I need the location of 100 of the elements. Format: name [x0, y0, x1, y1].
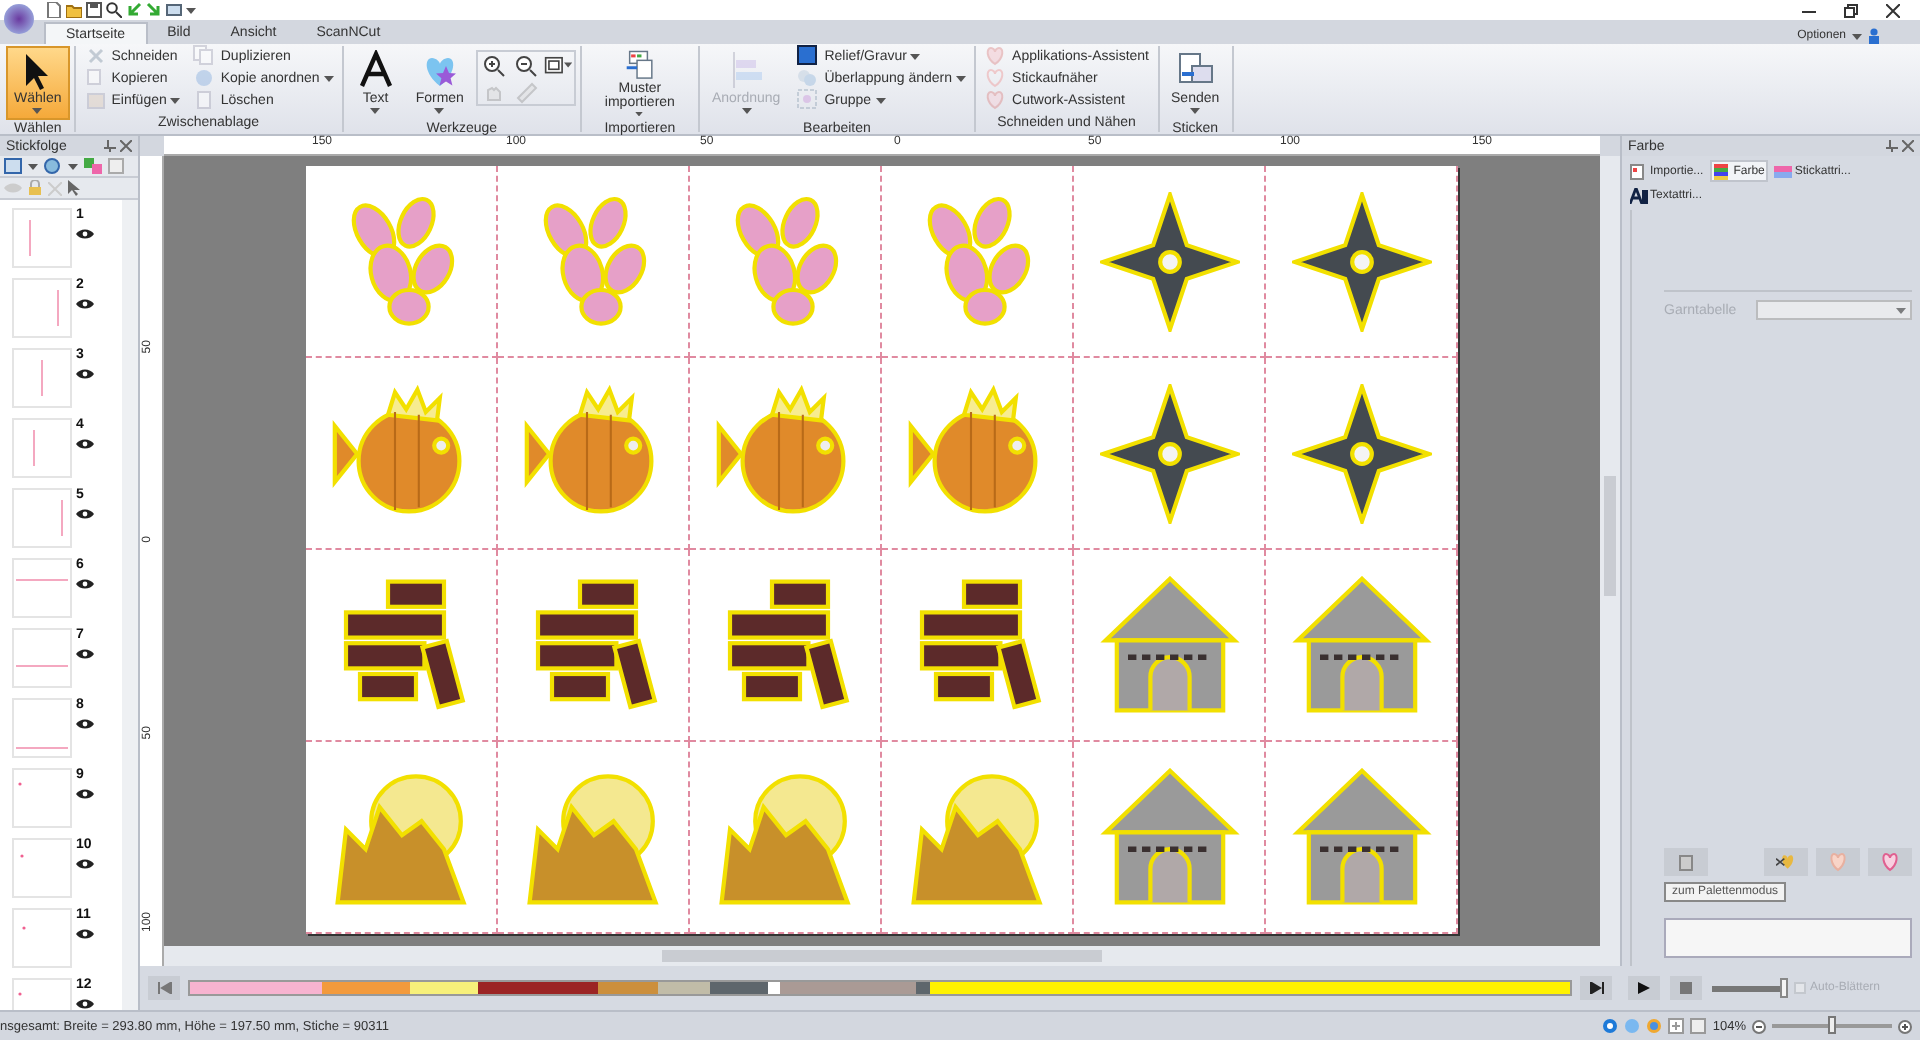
text-area[interactable] [1664, 918, 1912, 958]
eye-icon[interactable] [76, 228, 94, 240]
duplicate-pages-icon [192, 44, 217, 68]
circle-icon[interactable] [1602, 1018, 1619, 1034]
house-embroidery-drawing [1099, 575, 1239, 715]
caret-icon [741, 108, 752, 114]
play-icon [1638, 982, 1650, 994]
group-icon [796, 88, 821, 112]
redo-arrow-icon[interactable] [146, 2, 162, 18]
zoom-out-icon[interactable] [1752, 1019, 1766, 1033]
cursor-arrow-icon[interactable] [68, 180, 80, 196]
eye-icon[interactable] [76, 788, 94, 800]
zoom-out-button[interactable] [511, 54, 540, 76]
eye-icon[interactable] [76, 298, 94, 310]
heart-outline-icon [984, 66, 1009, 90]
caret-icon[interactable] [28, 163, 38, 169]
save-icon[interactable] [86, 2, 102, 18]
color-segment[interactable] [322, 982, 410, 994]
heart-icon [1880, 852, 1900, 872]
caret-icon [32, 108, 43, 114]
image-icon[interactable] [166, 2, 182, 18]
eye-icon[interactable] [76, 648, 94, 660]
eye-icon[interactable] [76, 928, 94, 940]
thumbnail [12, 208, 72, 268]
zoom-in-button[interactable] [479, 54, 508, 76]
pin-icon[interactable] [1886, 140, 1898, 152]
color-segment[interactable] [779, 982, 916, 994]
star-embroidery-drawing [1291, 191, 1431, 331]
scrollbar[interactable] [164, 946, 1600, 966]
heart-button[interactable] [1868, 848, 1912, 876]
eye-icon[interactable] [76, 508, 94, 520]
close-icon[interactable] [1886, 3, 1900, 17]
zoom-in-icon [481, 53, 506, 77]
caret-icon [956, 75, 967, 81]
color-segment[interactable] [929, 982, 1571, 994]
scrollbar[interactable] [1600, 156, 1620, 966]
thumbnail [12, 838, 72, 898]
caret-icon [1190, 108, 1201, 114]
heart-icon [984, 88, 1009, 112]
heart-icon [1828, 852, 1848, 872]
circle-icon [192, 66, 217, 90]
page-icon [192, 88, 217, 112]
circle-icon[interactable] [1646, 1018, 1663, 1034]
scrollbar[interactable] [122, 200, 138, 1010]
caret-icon[interactable] [186, 7, 196, 13]
skip-back-icon [157, 982, 171, 994]
thumbnail [12, 628, 72, 688]
color-segment[interactable] [190, 982, 323, 994]
page-icon[interactable] [1690, 1018, 1707, 1034]
eye-icon[interactable] [76, 578, 94, 590]
caret-icon[interactable] [68, 163, 78, 169]
eye-icon[interactable] [76, 368, 94, 380]
caret-icon [563, 62, 572, 68]
star-embroidery-drawing [1291, 383, 1431, 523]
pin-icon[interactable] [104, 140, 116, 152]
eye-icon[interactable] [76, 438, 94, 450]
thumbnail [12, 698, 72, 758]
last-button[interactable] [1580, 976, 1612, 1000]
zoom-icon[interactable] [106, 2, 122, 18]
color-segment[interactable] [710, 982, 768, 994]
caret-icon [370, 108, 381, 114]
frame-icon[interactable] [4, 158, 22, 174]
eye-icon[interactable] [76, 998, 94, 1010]
eye-icon[interactable] [76, 858, 94, 870]
caret-icon [1896, 308, 1906, 314]
first-button[interactable] [148, 976, 180, 1000]
caret-icon[interactable] [1852, 33, 1862, 39]
color-squares-icon[interactable] [84, 158, 102, 174]
letter-a-icon [355, 50, 396, 90]
plus-square-icon[interactable] [1668, 1018, 1685, 1034]
color-segment[interactable] [478, 982, 599, 994]
thumbnail [12, 418, 72, 478]
caret-icon [434, 108, 445, 114]
letters-icon [1630, 187, 1648, 203]
app-logo-icon[interactable] [4, 3, 34, 33]
caret-icon [634, 111, 645, 116]
color-stripes-icon [1713, 163, 1732, 179]
star-embroidery-drawing [1099, 383, 1239, 523]
skip-forward-icon [1589, 982, 1603, 994]
eye-icon[interactable] [76, 718, 94, 730]
caret-icon [875, 97, 886, 103]
thumbnail [12, 558, 72, 618]
restore-icon[interactable] [1844, 3, 1858, 17]
zoom-in-icon[interactable] [1898, 1019, 1912, 1033]
house-embroidery-drawing [1291, 575, 1431, 715]
thumbnail [12, 908, 72, 968]
color-segment[interactable] [658, 982, 711, 994]
thumbnail [12, 278, 72, 338]
scissors-heart-button[interactable] [1764, 848, 1808, 876]
caret-icon [170, 97, 181, 103]
house-embroidery-drawing [1291, 767, 1431, 907]
color-segment[interactable] [598, 982, 659, 994]
thumbnail [12, 348, 72, 408]
house-embroidery-drawing [1099, 767, 1239, 907]
frame-button[interactable] [543, 54, 572, 76]
caret-icon [323, 75, 334, 81]
stop-button[interactable] [1670, 976, 1702, 1000]
color-segment[interactable] [409, 982, 479, 994]
play-button[interactable] [1628, 976, 1660, 1000]
user-icon[interactable] [1868, 28, 1880, 44]
